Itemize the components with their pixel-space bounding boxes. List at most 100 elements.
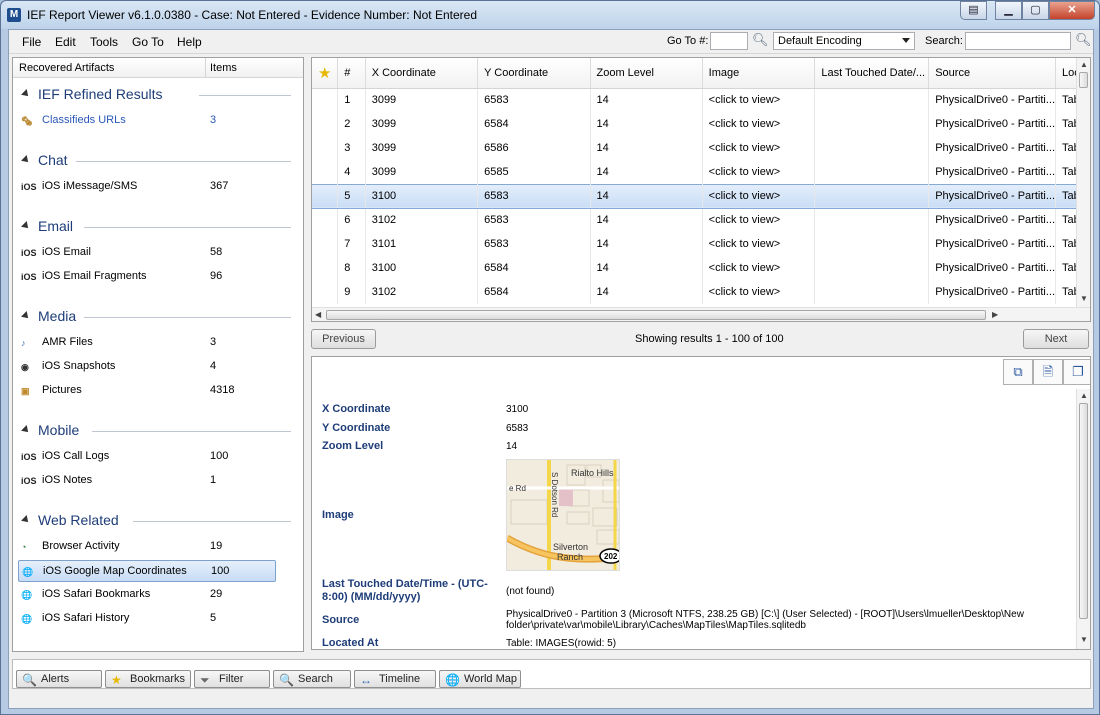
grid-vertical-thumb[interactable]	[1079, 72, 1088, 88]
search-icon[interactable]: 🔍︎	[1075, 32, 1092, 48]
table-row[interactable]: 8 3100 6584 14 <click to view> PhysicalDrive0…	[312, 256, 1090, 280]
collapse-triangle-icon[interactable]	[21, 425, 31, 435]
filter-button[interactable]: ⏷ Filter	[194, 670, 270, 688]
bookmark-cell[interactable]	[312, 256, 339, 280]
bookmark-cell[interactable]	[312, 280, 339, 304]
table-cell[interactable]: <click to view>	[702, 183, 816, 209]
menu-edit[interactable]: Edit	[55, 35, 76, 49]
maximize-button[interactable]: ▢	[1022, 1, 1049, 20]
table-row[interactable]: 9 3102 6584 14 <click to view> PhysicalDrive0…	[312, 280, 1090, 304]
menu-tools[interactable]: Tools	[90, 35, 118, 49]
detail-vertical-thumb[interactable]	[1079, 403, 1088, 619]
bookmark-cell[interactable]	[312, 160, 339, 184]
table-cell[interactable]: <click to view>	[702, 112, 816, 136]
group-ief-refined-results[interactable]: IEF Refined Results	[13, 84, 303, 106]
table-cell[interactable]: <click to view>	[702, 136, 816, 160]
menu-goto[interactable]: Go To	[132, 35, 164, 49]
artifact-item-pictures[interactable]: ▣ Pictures 4318	[18, 380, 276, 402]
bookmark-cell[interactable]	[312, 183, 339, 209]
table-row[interactable]: 4 3099 6585 14 <click to view> PhysicalDrive0…	[312, 160, 1090, 184]
detail-scroll-up-icon[interactable]: ▲	[1080, 391, 1088, 400]
open-external-icon[interactable]: ⧉	[1003, 359, 1033, 385]
bookmark-cell[interactable]	[312, 208, 339, 232]
column-header-x-coordinate[interactable]: X Coordinate	[365, 58, 479, 89]
artifact-item-ios-call-logs[interactable]: iOS iOS Call Logs 100	[18, 446, 276, 468]
artifact-item-ios-email-fragments[interactable]: iOS iOS Email Fragments 96	[18, 266, 276, 288]
collapse-triangle-icon[interactable]	[21, 89, 31, 99]
bookmark-cell[interactable]	[312, 136, 339, 160]
column-header-y-coordinate[interactable]: Y Coordinate	[477, 58, 591, 89]
artifact-item-ios-notes[interactable]: iOS iOS Notes 1	[18, 470, 276, 492]
screenshot-window-button[interactable]: ▤	[960, 1, 987, 20]
encoding-select[interactable]: Default Encoding	[773, 32, 915, 50]
export-document-icon[interactable]: 🗎	[1033, 359, 1063, 385]
goto-search-icon[interactable]: 🔍︎	[752, 32, 769, 48]
scroll-left-arrow-icon[interactable]: ◀	[315, 310, 321, 319]
table-cell[interactable]: <click to view>	[702, 208, 816, 232]
table-cell[interactable]: <click to view>	[702, 280, 816, 304]
world-map-button[interactable]: 🌐 World Map	[439, 670, 521, 688]
bookmark-cell[interactable]	[312, 112, 339, 136]
alerts-button[interactable]: 🔍 Alerts	[16, 670, 102, 688]
column-header-index[interactable]: #	[337, 58, 366, 89]
artifact-item-classifieds-urls[interactable]: 🗞 Classifieds URLs 3	[18, 110, 276, 132]
artifact-item-ios-imessage-sms[interactable]: iOS iOS iMessage/SMS 367	[18, 176, 276, 198]
close-button[interactable]: ✕	[1049, 1, 1095, 20]
table-row[interactable]: 5 3100 6583 14 <click to view> PhysicalDrive0…	[312, 183, 1090, 209]
detail-vertical-scrollbar[interactable]: ▲ ▼	[1076, 389, 1090, 649]
bookmark-cell[interactable]	[312, 232, 339, 256]
artifact-item-amr-files[interactable]: ♪ AMR Files 3	[18, 332, 276, 354]
artifact-item-ios-email[interactable]: iOS iOS Email 58	[18, 242, 276, 264]
grid-horizontal-scrollbar[interactable]: ◀ ▶	[312, 307, 1090, 321]
bookmark-star-column-icon[interactable]: ★	[312, 58, 339, 89]
menu-file[interactable]: File	[22, 35, 41, 49]
goto-input[interactable]	[710, 32, 748, 50]
previous-button[interactable]: Previous	[311, 329, 376, 349]
collapse-triangle-icon[interactable]	[21, 515, 31, 525]
bookmark-cell[interactable]	[312, 88, 339, 112]
table-cell[interactable]: <click to view>	[702, 256, 816, 280]
artifact-item-ios-safari-bookmarks[interactable]: 🌐 iOS Safari Bookmarks 29	[18, 584, 276, 606]
grid-horizontal-thumb[interactable]	[326, 310, 986, 320]
scroll-up-arrow-icon[interactable]: ▲	[1080, 60, 1088, 69]
artifact-item-ios-safari-history[interactable]: 🌐 iOS Safari History 5	[18, 608, 276, 630]
column-header-source[interactable]: Source	[928, 58, 1057, 89]
collapse-triangle-icon[interactable]	[21, 311, 31, 321]
group-email[interactable]: Email	[13, 216, 303, 238]
scroll-down-arrow-icon[interactable]: ▼	[1080, 294, 1088, 303]
group-media[interactable]: Media	[13, 306, 303, 328]
map-tile-image[interactable]: Rialto Hills S Dotson Rd e Rd Silverton …	[506, 459, 620, 571]
minimize-button[interactable]: ▁	[995, 1, 1022, 20]
table-cell[interactable]: <click to view>	[702, 160, 816, 184]
bookmarks-button[interactable]: ★ Bookmarks	[105, 670, 191, 688]
header-items[interactable]: Items	[210, 62, 237, 74]
column-header-image[interactable]: Image	[702, 58, 816, 89]
column-header-zoom-level[interactable]: Zoom Level	[590, 58, 703, 89]
table-cell[interactable]: <click to view>	[702, 88, 816, 112]
table-row[interactable]: 7 3101 6583 14 <click to view> PhysicalDrive0…	[312, 232, 1090, 256]
table-row[interactable]: 3 3099 6586 14 <click to view> PhysicalDrive0…	[312, 136, 1090, 160]
table-row[interactable]: 1 3099 6583 14 <click to view> PhysicalDrive0…	[312, 88, 1090, 112]
table-cell[interactable]: <click to view>	[702, 232, 816, 256]
menu-help[interactable]: Help	[177, 35, 202, 49]
search-button[interactable]: 🔍 Search	[273, 670, 351, 688]
artifact-item-ios-google-map-coordinates[interactable]: 🌐 iOS Google Map Coordinates 100	[18, 560, 276, 582]
grid-vertical-scrollbar[interactable]: ▲ ▼	[1076, 58, 1090, 307]
table-row[interactable]: 2 3099 6584 14 <click to view> PhysicalDrive0…	[312, 112, 1090, 136]
new-window-icon[interactable]: ❐	[1063, 359, 1090, 385]
next-button[interactable]: Next	[1023, 329, 1089, 349]
collapse-triangle-icon[interactable]	[21, 221, 31, 231]
header-recovered-artifacts[interactable]: Recovered Artifacts	[19, 62, 114, 74]
search-input[interactable]	[965, 32, 1071, 50]
artifact-item-browser-activity[interactable]: ◔ Browser Activity 19	[18, 536, 276, 558]
table-row[interactable]: 6 3102 6583 14 <click to view> PhysicalDrive0…	[312, 208, 1090, 232]
group-web-related[interactable]: Web Related	[13, 510, 303, 532]
scroll-right-arrow-icon[interactable]: ▶	[992, 310, 998, 319]
detail-scroll-down-icon[interactable]: ▼	[1080, 635, 1088, 644]
column-header-last-touched-date[interactable]: Last Touched Date/...	[814, 58, 930, 89]
timeline-button[interactable]: ↔ Timeline	[354, 670, 436, 688]
artifact-item-ios-snapshots[interactable]: ◉ iOS Snapshots 4	[18, 356, 276, 378]
group-mobile[interactable]: Mobile	[13, 420, 303, 442]
collapse-triangle-icon[interactable]	[21, 155, 31, 165]
group-chat[interactable]: Chat	[13, 150, 303, 172]
